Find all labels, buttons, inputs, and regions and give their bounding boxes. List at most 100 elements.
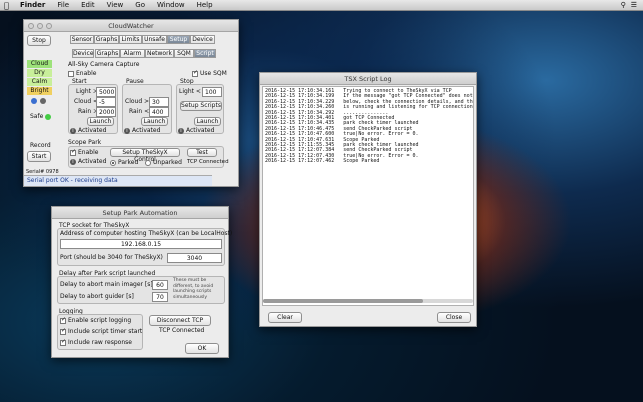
- scope-enable-box[interactable]: [70, 148, 76, 156]
- delay-main-field[interactable]: 60: [152, 280, 168, 290]
- info-icon: i: [70, 127, 76, 134]
- status-text: Serial port OK - receiving data: [27, 177, 118, 184]
- scope-enable-checkbox[interactable]: Enable: [70, 148, 99, 156]
- subtab-script[interactable]: Script: [194, 49, 216, 58]
- enable-checkbox-box[interactable]: [68, 70, 74, 77]
- setup-scripts-button[interactable]: Setup Scripts: [180, 101, 222, 111]
- parked-radio[interactable]: Parked: [110, 159, 138, 166]
- enable-checkbox[interactable]: Enable: [68, 70, 96, 77]
- spotlight-icon[interactable]: ⚲: [621, 1, 626, 9]
- ok-button[interactable]: OK: [185, 343, 219, 354]
- window-title: CloudWatcher: [108, 22, 154, 30]
- use-sqm-checkbox[interactable]: Use SQM: [192, 69, 227, 77]
- parked-label: Parked: [118, 159, 139, 166]
- menu-edit[interactable]: Edit: [75, 1, 101, 9]
- subtab-network[interactable]: Network: [145, 49, 174, 58]
- pause-rain-field[interactable]: 400: [149, 107, 169, 117]
- menu-view[interactable]: View: [101, 1, 130, 9]
- park-tcp-status: TCP Connected: [159, 327, 205, 334]
- unparked-radio[interactable]: Unparked: [145, 159, 182, 166]
- tab-setup[interactable]: Setup: [167, 35, 190, 44]
- log-timer-checkbox[interactable]: Include script timer start: [60, 327, 142, 335]
- scope-activated: i Activated: [70, 158, 106, 165]
- indicator-gray-icon: [40, 98, 46, 104]
- tab-graphs[interactable]: Graphs: [94, 35, 119, 44]
- menu-finder[interactable]: Finder: [14, 1, 51, 9]
- pause-cloud-field[interactable]: 30: [149, 97, 169, 107]
- subtab-alarm[interactable]: Alarm: [120, 49, 145, 58]
- tab-device[interactable]: Device: [190, 35, 215, 44]
- minimize-icon[interactable]: [37, 23, 43, 29]
- apple-icon[interactable]: : [4, 1, 14, 10]
- stop-light-label: Light <: [179, 88, 201, 95]
- safe-indicator: Safe: [30, 113, 52, 120]
- list-icon[interactable]: ☰: [631, 1, 637, 9]
- info-icon: i: [124, 127, 130, 134]
- address-label: Address of computer hosting TheSkyX (can…: [60, 230, 233, 237]
- indicator-lights: [31, 98, 46, 104]
- log-raw-box[interactable]: [60, 338, 66, 346]
- delay-guider-label: Delay to abort guider [s]: [60, 293, 134, 300]
- log-enable-box[interactable]: [60, 316, 66, 324]
- subtab-graphs[interactable]: Graphs: [95, 49, 120, 58]
- use-sqm-box[interactable]: [192, 69, 198, 77]
- park-window: Setup Park Automation TCP socket for The…: [51, 206, 233, 358]
- light-label: Light >: [76, 88, 98, 95]
- park-titlebar: Setup Park Automation: [52, 207, 228, 219]
- disconnect-tcp-button[interactable]: Disconnect TCP: [149, 315, 211, 326]
- close-button[interactable]: Close: [437, 312, 471, 323]
- menu-bar:  Finder File Edit View Go Window Help ⚲…: [0, 0, 643, 11]
- setup-thesky-button[interactable]: Setup TheSkyX Control: [110, 148, 180, 163]
- subtab-device[interactable]: Device: [72, 49, 94, 58]
- start-button[interactable]: Start: [27, 151, 51, 162]
- cloud-field[interactable]: -5: [96, 97, 116, 107]
- log-line: 2016-12-15 17:12:07.462 Scope Parked: [265, 158, 380, 165]
- menu-help[interactable]: Help: [191, 1, 219, 9]
- log-lines: 2016-12-15 17:10:34.161 Trying to connec…: [265, 88, 473, 165]
- log-timer-box[interactable]: [60, 327, 66, 335]
- subtab-sqm[interactable]: SQM: [174, 49, 194, 58]
- address-field[interactable]: 192.168.0.15: [60, 239, 222, 249]
- tab-sensor[interactable]: Sensor: [70, 35, 94, 44]
- light-field[interactable]: 5000: [96, 87, 116, 97]
- log-textarea[interactable]: 2016-12-15 17:10:34.161 Trying to connec…: [262, 86, 474, 306]
- stop-light-field[interactable]: 100: [202, 87, 222, 97]
- menu-go[interactable]: Go: [129, 1, 151, 9]
- allsky-title: All-Sky Camera Capture: [68, 61, 140, 68]
- log-enable-checkbox[interactable]: Enable script logging: [60, 316, 132, 324]
- zoom-icon[interactable]: [46, 23, 52, 29]
- stop-button[interactable]: Stop: [27, 35, 51, 46]
- port-field[interactable]: 3040: [167, 253, 222, 263]
- test-button[interactable]: Test: [187, 148, 217, 157]
- activated-pause: i Activated: [124, 127, 160, 134]
- scope-enable-label: Enable: [78, 149, 99, 156]
- parked-radio-dot[interactable]: [110, 159, 116, 166]
- tab-limits[interactable]: Limits: [119, 35, 142, 44]
- unparked-radio-dot[interactable]: [145, 159, 151, 166]
- delay-main-label: Delay to abort main imager [s]: [60, 281, 153, 288]
- status-cloud: Cloud: [27, 60, 52, 68]
- status-bar: Serial port OK - receiving data: [24, 175, 212, 186]
- tab-unsafe[interactable]: Unsafe: [142, 35, 167, 44]
- scope-activated-label: Activated: [78, 158, 107, 165]
- launch-start-button[interactable]: Launch: [87, 117, 114, 126]
- rain-field[interactable]: 2000: [96, 107, 116, 117]
- unparked-label: Unparked: [153, 159, 182, 166]
- status-bright: Bright: [27, 87, 52, 95]
- log-scroll-thumb[interactable]: [263, 299, 423, 303]
- park-title: Setup Park Automation: [102, 209, 178, 217]
- clear-button[interactable]: Clear: [268, 312, 302, 323]
- menu-window[interactable]: Window: [151, 1, 191, 9]
- close-icon[interactable]: [28, 23, 34, 29]
- log-enable-label: Enable script logging: [68, 317, 132, 324]
- tsx-log-window: TSX Script Log 2016-12-15 17:10:34.161 T…: [259, 72, 477, 327]
- tcp-connected-status: TCP Connected: [187, 159, 229, 165]
- log-scrollbar[interactable]: [263, 299, 473, 303]
- launch-pause-button[interactable]: Launch: [141, 117, 168, 126]
- delay-guider-field[interactable]: 70: [152, 292, 168, 302]
- enable-label: Enable: [76, 70, 97, 77]
- pause-rain-label: Rain <: [129, 108, 150, 115]
- log-raw-checkbox[interactable]: Include raw response: [60, 338, 132, 346]
- menu-file[interactable]: File: [51, 1, 75, 9]
- launch-stop-button[interactable]: Launch: [194, 117, 221, 126]
